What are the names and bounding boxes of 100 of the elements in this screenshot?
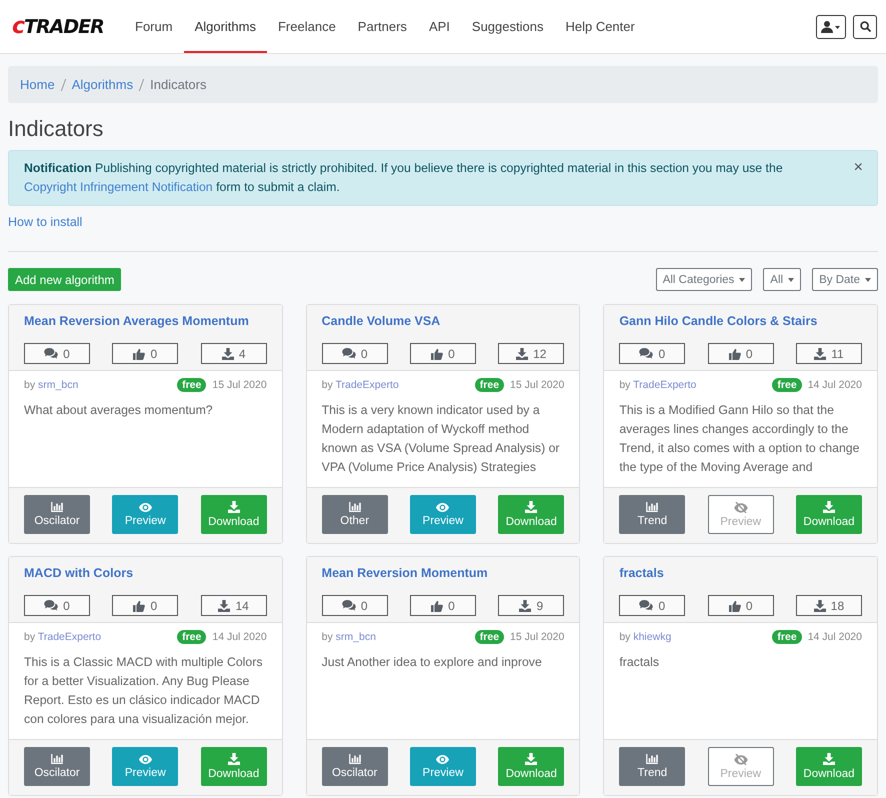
thumbs-up-icon <box>728 600 741 612</box>
search-icon <box>860 21 870 32</box>
count-text: 0 <box>150 346 158 360</box>
download-icon <box>525 501 538 513</box>
card-title-link[interactable]: MACD with Colors <box>13 566 278 584</box>
thumbs-up-icon <box>431 348 444 360</box>
eye-icon <box>138 502 152 512</box>
author-link[interactable]: TradeExperto <box>335 379 399 391</box>
comment-icon <box>639 348 654 359</box>
download-button[interactable]: Download <box>498 747 564 786</box>
eye-slash-icon <box>734 502 748 512</box>
breadcrumb-link[interactable]: Algorithms <box>72 77 134 92</box>
preview-button[interactable]: Preview <box>410 747 476 786</box>
download-icon <box>525 753 538 765</box>
category-button[interactable]: Oscilator <box>24 747 90 786</box>
copyright-link[interactable]: Copyright Infringement Notification <box>24 180 213 194</box>
author-link[interactable]: khiewkg <box>633 631 672 643</box>
download-button[interactable]: Download <box>498 495 564 534</box>
author-line: by srm_bcn <box>24 379 78 391</box>
card-title-link[interactable]: Candle Volume VSA <box>310 314 576 332</box>
download-icon <box>228 501 240 513</box>
eye-slash-icon <box>734 754 748 764</box>
author-line: by TradeExperto <box>24 631 102 643</box>
publish-date: 14 Jul 2020 <box>808 379 862 391</box>
nav-link[interactable]: Suggestions <box>460 0 554 53</box>
preview-button[interactable]: Preview <box>410 495 476 534</box>
download-icon <box>814 600 826 612</box>
description-text: fractals <box>619 654 660 671</box>
page-title: Indicators <box>8 116 104 142</box>
download-icon <box>519 600 532 612</box>
count-text: 0 <box>746 598 752 612</box>
download-button[interactable]: Download <box>200 747 267 786</box>
price-badge: free <box>772 630 802 644</box>
preview-button[interactable]: Preview <box>708 747 774 786</box>
card-title-link[interactable]: fractals <box>608 566 873 584</box>
card-title-link[interactable]: Gann Hilo Candle Colors & Stairs <box>608 314 873 332</box>
publish-date: 15 Jul 2020 <box>212 379 267 391</box>
comment-icon <box>342 600 356 611</box>
close-button[interactable]: × <box>854 159 863 177</box>
category-button[interactable]: Trend <box>619 747 686 786</box>
logo[interactable]: cTRADER <box>12 14 112 39</box>
bar-chart-icon <box>646 754 658 764</box>
bar-chart-icon <box>51 502 63 512</box>
category-button[interactable]: Trend <box>619 495 686 534</box>
preview-button[interactable]: Preview <box>708 495 774 534</box>
add-algorithm-button[interactable]: Add new algorithm <box>8 268 122 291</box>
count-text: 0 <box>448 598 455 612</box>
count-text: 14 <box>235 598 249 612</box>
nav-link[interactable]: Algorithms <box>184 0 267 53</box>
how-to-install-link[interactable]: How to install <box>8 215 878 229</box>
download-button[interactable]: Download <box>200 495 267 534</box>
count-text: 11 <box>831 346 844 360</box>
nav-link[interactable]: API <box>418 0 461 53</box>
author-line: by srm_bcn <box>322 631 376 643</box>
author-link[interactable]: TradeExperto <box>633 379 696 391</box>
thumbs-up-icon <box>133 600 146 612</box>
preview-button[interactable]: Preview <box>112 747 178 786</box>
thumbs-up-icon <box>133 348 146 360</box>
comment-icon <box>639 600 654 611</box>
count-text: 9 <box>536 598 544 612</box>
eye-icon <box>436 754 450 764</box>
price-badge: free <box>177 378 206 392</box>
card-title-link[interactable]: Mean Reversion Momentum <box>310 566 576 584</box>
filter-dropdown[interactable]: All Categories <box>656 268 752 291</box>
price-badge: free <box>772 378 802 392</box>
breadcrumb-link[interactable]: Home <box>20 77 55 92</box>
author-link[interactable]: srm_bcn <box>38 379 78 391</box>
nav-link[interactable]: Freelance <box>266 0 347 53</box>
description-text: This is a Classic MACD with multiple Colors for a better Visualization. Any Bug Please Report. Esto es un clásico indicador MACD con colores para una visualización mejor. <box>24 654 264 728</box>
price-badge: free <box>474 378 504 392</box>
thumbs-up-icon <box>431 600 444 612</box>
comment-icon <box>342 348 356 359</box>
bar-chart-icon <box>348 754 361 764</box>
search-button[interactable] <box>853 14 877 38</box>
author-link[interactable]: TradeExperto <box>38 631 102 643</box>
count-text: 0 <box>150 598 158 612</box>
category-button[interactable]: Other <box>322 495 388 534</box>
author-link[interactable]: srm_bcn <box>336 631 376 643</box>
card-title-link[interactable]: Mean Reversion Averages Momentum <box>13 314 278 332</box>
eye-icon <box>436 502 450 512</box>
user-menu-button[interactable] <box>816 14 846 38</box>
notification-text: Notification Publishing copyrighted material is strictly prohibited. If you believe there is copyrighted material in this section you may use the Copyright Infringement Notification form to submit a claim. <box>24 160 784 196</box>
bar-chart-icon <box>51 754 63 764</box>
download-button[interactable]: Download <box>796 747 862 786</box>
nav-link[interactable]: Partners <box>346 0 418 53</box>
comment-icon <box>44 348 58 359</box>
author-line: by TradeExperto <box>322 379 399 391</box>
preview-button[interactable]: Preview <box>112 495 178 534</box>
category-button[interactable]: Oscilator <box>24 495 90 534</box>
nav-link[interactable]: Help Center <box>554 0 646 53</box>
download-icon <box>822 501 835 513</box>
count-text: 18 <box>830 598 844 612</box>
category-button[interactable]: Oscilator <box>322 747 388 786</box>
download-icon <box>814 348 826 360</box>
publish-date: 15 Jul 2020 <box>510 379 564 391</box>
download-icon <box>822 753 835 765</box>
filter-dropdown[interactable]: By Date <box>812 268 878 291</box>
nav-link[interactable]: Forum <box>124 0 184 53</box>
download-button[interactable]: Download <box>796 495 862 534</box>
filter-dropdown[interactable]: All <box>763 268 802 291</box>
